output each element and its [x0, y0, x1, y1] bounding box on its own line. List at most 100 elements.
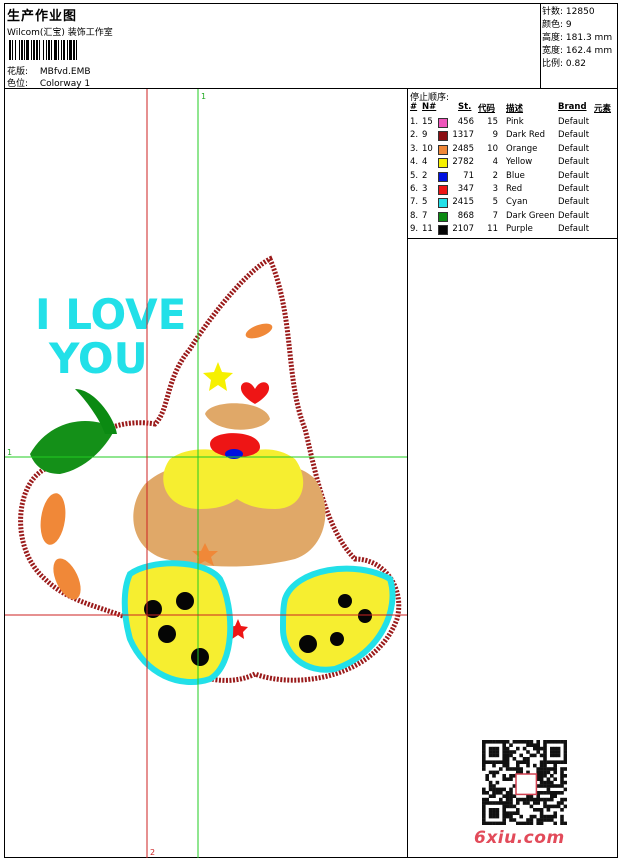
qr-module [553, 770, 557, 775]
qr-module [563, 743, 568, 747]
qr-module [529, 814, 534, 819]
qr-module [482, 760, 486, 764]
qr-module [563, 780, 568, 785]
qr-module [536, 767, 540, 771]
design-stats: 针数: 12850 颜色: 9 高度: 181.3 mm 宽度: 162.4 m… [541, 4, 618, 89]
qr-module [550, 780, 554, 785]
qr-module [492, 814, 496, 819]
table-row: 1. 15 456 15 Pink Default [408, 117, 618, 130]
qr-module [560, 767, 564, 771]
shoe-dot [176, 592, 194, 610]
qr-module [488, 814, 493, 819]
qr-module [563, 821, 568, 826]
qr-module [522, 760, 527, 764]
qr-module [509, 787, 513, 792]
qr-module [495, 821, 500, 826]
qr-module [502, 740, 506, 744]
qr-module [502, 794, 506, 798]
color-swatch [438, 171, 448, 182]
qr-module [502, 804, 506, 809]
qr-module [553, 746, 557, 751]
qr-module [502, 821, 506, 826]
qr-module [505, 777, 510, 781]
stat-stitches: 针数: 12850 [542, 7, 595, 17]
qr-module [512, 767, 517, 771]
qr-module [550, 794, 554, 798]
barcode [9, 40, 77, 60]
cell-needle: 11 [422, 224, 433, 235]
qr-module [509, 777, 513, 781]
qr-module [502, 750, 506, 754]
qr-module [553, 750, 557, 754]
qr-module [499, 787, 503, 792]
qr-module [560, 808, 564, 812]
qr-module [512, 811, 517, 815]
barcode-bar [67, 40, 68, 60]
qr-module [550, 797, 554, 802]
qr-module [509, 794, 513, 798]
qr-module [516, 808, 520, 812]
qr-module [495, 746, 500, 751]
qr-module [492, 784, 496, 788]
qr-module [526, 757, 530, 761]
cell-index: 7. [410, 197, 419, 208]
qr-module [488, 746, 493, 751]
qr-module [505, 757, 510, 761]
cell-stitches: 2107 [452, 224, 474, 235]
qr-module [522, 757, 527, 761]
qr-module [539, 784, 544, 788]
qr-module [556, 804, 561, 809]
left-shoe [121, 560, 234, 686]
col-element: 元素 [594, 104, 612, 114]
barcode-bar [76, 40, 77, 60]
qr-module [550, 784, 554, 788]
cell-brand: Default [558, 117, 590, 127]
stat-width: 宽度: 162.4 mm [542, 46, 613, 56]
table-row: 7. 5 2415 5 Cyan Default [408, 197, 618, 210]
qr-module [550, 774, 554, 778]
qr-module [485, 801, 489, 805]
qr-module [492, 787, 496, 792]
qr-module [563, 740, 568, 744]
qr-module [526, 743, 530, 747]
qr-module [529, 740, 534, 744]
qr-module [505, 746, 510, 751]
barcode-bar [15, 40, 16, 60]
qr-module [495, 760, 500, 764]
qr-module [560, 760, 564, 764]
qr-module [502, 777, 506, 781]
qr-module [509, 750, 513, 754]
qr-module [553, 791, 557, 795]
qr-module [539, 770, 544, 775]
cell-brand: Default [558, 143, 590, 154]
cell-description: Red [506, 184, 523, 194]
qr-module [505, 767, 510, 771]
barcode-bar [73, 40, 75, 60]
qr-module [505, 801, 510, 805]
cell-description: Pink [506, 117, 524, 127]
qr-module [482, 818, 486, 822]
qr-module [482, 808, 486, 812]
qr-module [550, 753, 554, 758]
qr-module [543, 784, 547, 788]
qr-module [502, 787, 506, 792]
qr-module [556, 746, 561, 751]
qr-module [529, 804, 534, 809]
qr-module [516, 811, 520, 815]
stat-scale: 比例: 0.82 [542, 59, 586, 69]
cell-code: 2 [492, 170, 498, 181]
qr-module [546, 780, 551, 785]
qr-module [553, 811, 557, 815]
qr-module [550, 767, 554, 771]
qr-module [482, 814, 486, 819]
cell-brand: Default [558, 130, 590, 141]
qr-module [492, 808, 496, 812]
cell-index: 4. [410, 157, 419, 168]
qr-module [505, 814, 510, 819]
qr-module [543, 797, 547, 802]
color-swatch [438, 118, 448, 128]
qr-module [509, 753, 513, 758]
cell-description: Cyan [506, 197, 528, 208]
qr-module [546, 767, 551, 771]
qr-module [543, 791, 547, 795]
